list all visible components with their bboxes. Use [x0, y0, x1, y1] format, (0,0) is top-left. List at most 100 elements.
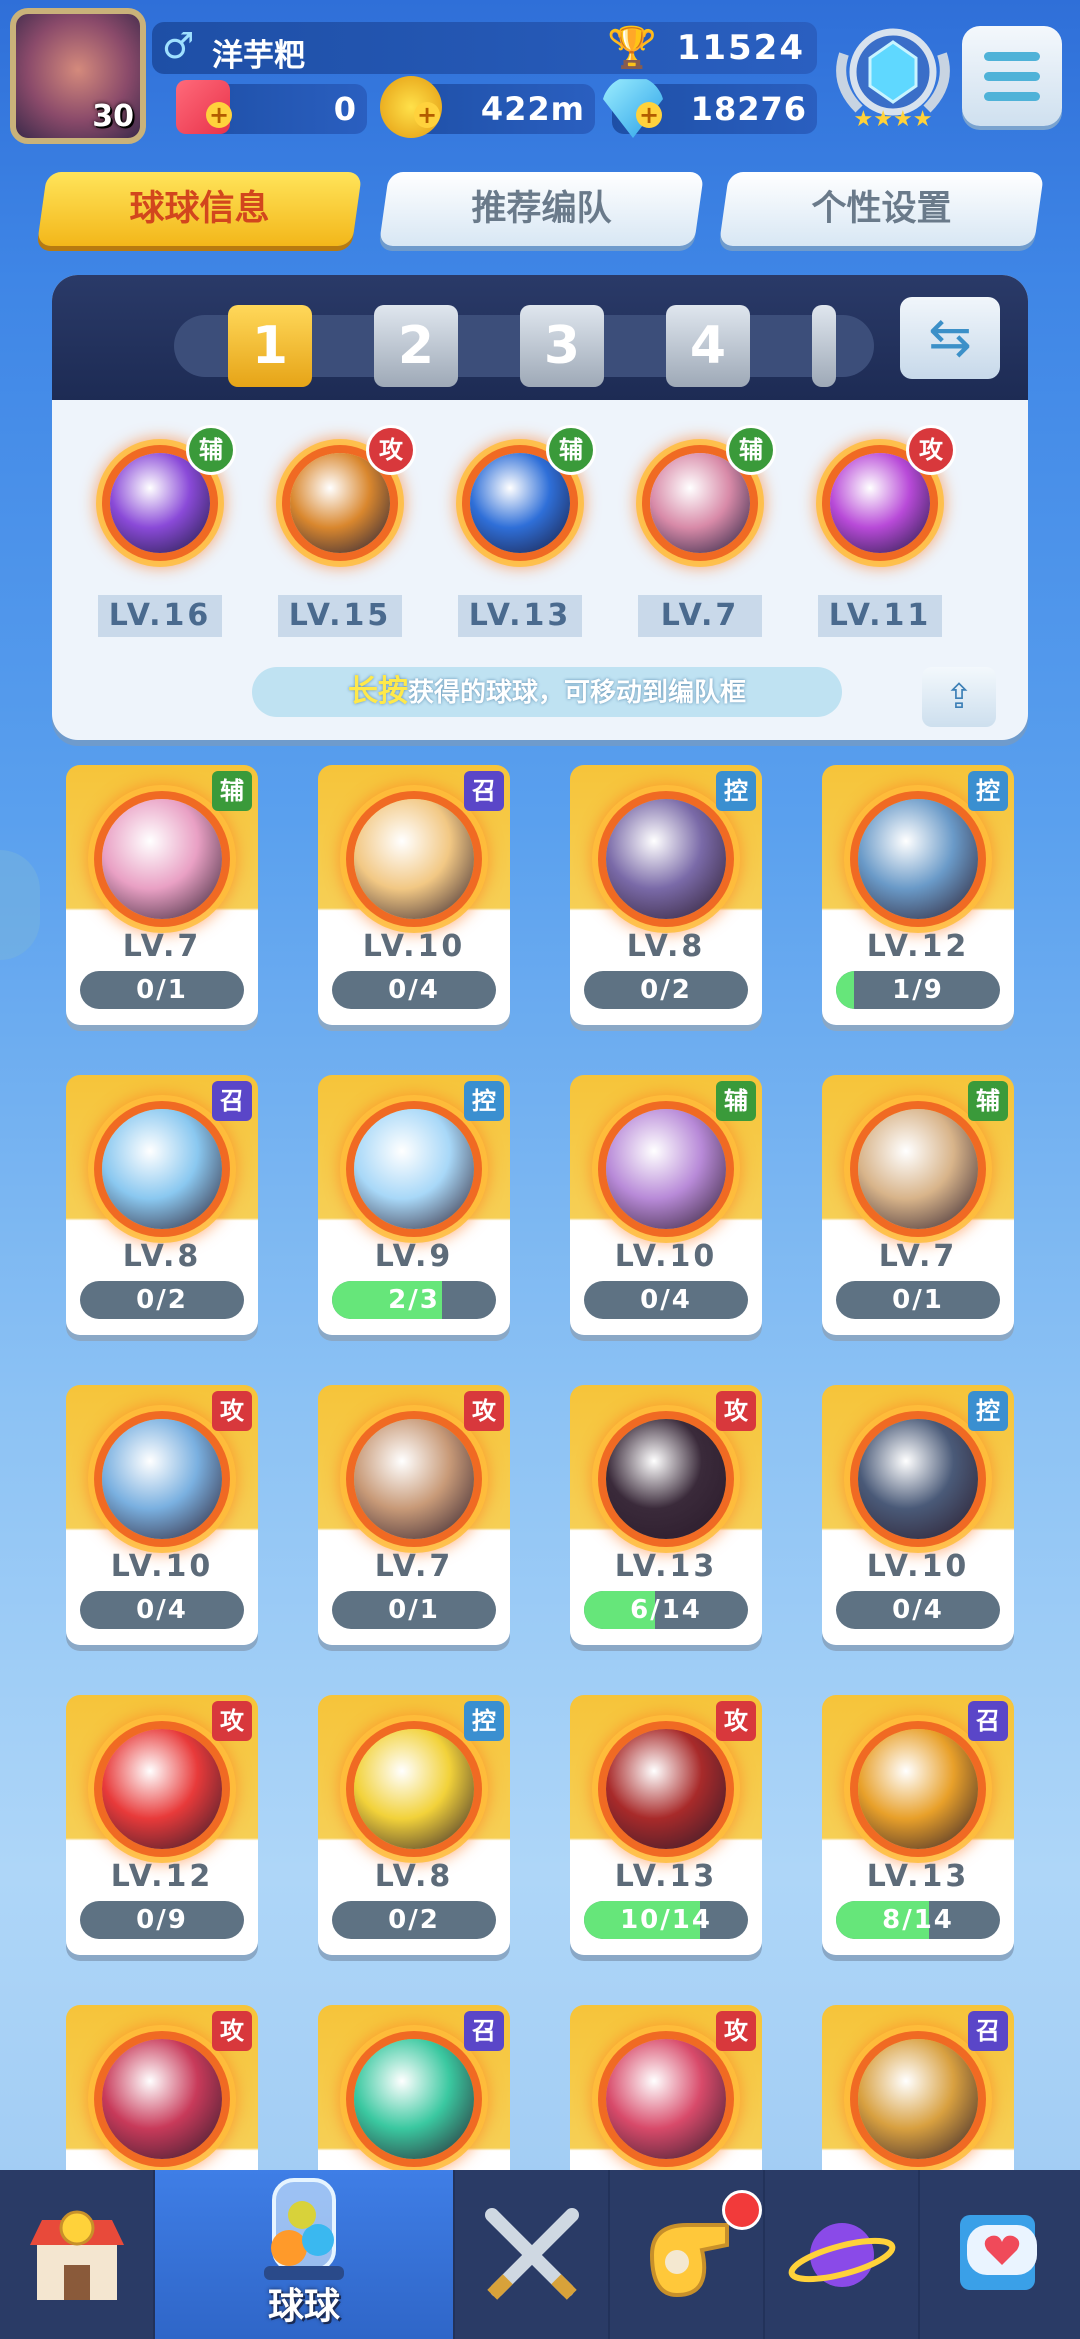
add-coin-icon[interactable]: +	[414, 102, 440, 128]
role-badge: 辅	[212, 771, 252, 811]
ball-card[interactable]: 攻 LV.7 0/1	[318, 1385, 510, 1645]
role-badge: 召	[212, 1081, 252, 1121]
ball-level: LV.8	[374, 1859, 454, 1894]
diamond-resource[interactable]: + 18276	[602, 79, 817, 138]
ball-card[interactable]: 辅 LV.7 0/1	[822, 1075, 1014, 1335]
card-resource[interactable]: + 0	[176, 80, 367, 134]
planet-icon	[788, 2223, 895, 2287]
ball-orb-icon	[606, 1729, 726, 1849]
ball-orb-icon	[102, 2039, 222, 2159]
ball-card[interactable]: 召	[318, 2005, 510, 2170]
shard-progress-text: 0/4	[640, 1285, 692, 1315]
team-slot-1[interactable]: 1	[228, 305, 312, 387]
menu-button[interactable]	[962, 26, 1062, 126]
ball-level: LV.8	[122, 1239, 202, 1274]
card-count: 0	[333, 90, 357, 128]
shard-progress-bar: 0/4	[584, 1281, 748, 1319]
role-badge: 召	[968, 1701, 1008, 1741]
shard-progress-text: 0/2	[640, 975, 692, 1005]
nav-balls-label: 球球	[267, 2286, 340, 2327]
nav-social[interactable]	[920, 2170, 1080, 2339]
ball-card[interactable]: 召 LV.13 8/14	[822, 1695, 1014, 1955]
shard-progress-bar: 0/4	[332, 971, 496, 1009]
team-ball-level: LV.15	[278, 595, 402, 637]
nav-planet[interactable]	[765, 2170, 920, 2339]
ball-card[interactable]: 攻 LV.12 0/9	[66, 1695, 258, 1955]
team-slot-4[interactable]: 4	[666, 305, 750, 387]
tab-recommended-team[interactable]: 推荐编队	[378, 172, 705, 246]
ball-card[interactable]: 控 LV.8 0/2	[570, 765, 762, 1025]
ball-orb-icon	[354, 799, 474, 919]
team-slot-more[interactable]	[812, 305, 836, 387]
ball-card[interactable]: 攻	[570, 2005, 762, 2170]
shard-progress-bar: 0/9	[80, 1901, 244, 1939]
role-badge: 控	[464, 1701, 504, 1741]
nav-shop[interactable]	[0, 2170, 155, 2339]
ball-orb-icon	[858, 2039, 978, 2159]
ball-orb-icon	[102, 799, 222, 919]
ball-card[interactable]: 辅 LV.7 0/1	[66, 765, 258, 1025]
shard-progress-text: 8/14	[882, 1905, 954, 1935]
ball-orb-icon	[102, 1729, 222, 1849]
team-ball[interactable]: 攻	[270, 425, 416, 573]
team-ball[interactable]: 辅	[90, 425, 236, 573]
shard-progress-text: 0/4	[136, 1595, 188, 1625]
add-diamond-icon[interactable]: +	[636, 102, 662, 128]
team-ball[interactable]: 辅	[630, 425, 776, 573]
tab-personal-settings[interactable]: 个性设置	[718, 172, 1045, 246]
tab-ball-info[interactable]: 球球信息	[36, 172, 363, 246]
role-badge: 召	[464, 2011, 504, 2051]
ball-level: LV.9	[374, 1239, 454, 1274]
player-avatar[interactable]: 30	[10, 8, 146, 144]
nav-battle[interactable]	[455, 2170, 610, 2339]
ball-orb-icon	[354, 2039, 474, 2159]
ball-orb-icon	[354, 1109, 474, 1229]
ball-orb-icon	[354, 1419, 474, 1539]
swap-button[interactable]: ⇆	[900, 297, 1000, 379]
ball-card[interactable]: 控 LV.12 1/9	[822, 765, 1014, 1025]
ball-card[interactable]: 召 LV.10 0/4	[318, 765, 510, 1025]
ball-card[interactable]: 攻 LV.13 10/14	[570, 1695, 762, 1955]
coin-resource[interactable]: + 422m	[380, 76, 595, 138]
long-press-hint: 长按获得的球球，可移动到编队框	[252, 667, 842, 717]
ball-card[interactable]: 控 LV.10 0/4	[822, 1385, 1014, 1645]
role-badge: 控	[716, 771, 756, 811]
ball-collection-grid: 辅 LV.7 0/1 召 LV.10 0/4 控 LV.8 0/2 控 LV.12 1/9 召 LV.8 0…	[0, 765, 1080, 2170]
ball-card[interactable]: 攻	[66, 2005, 258, 2170]
shard-progress-bar: 1/9	[836, 971, 1000, 1009]
bottom-nav: 球球	[0, 2170, 1080, 2339]
tab-label: 推荐编队	[471, 189, 612, 229]
role-badge: 召	[968, 2011, 1008, 2051]
ball-card[interactable]: 召 LV.8 0/2	[66, 1075, 258, 1335]
shard-progress-bar: 6/14	[584, 1591, 748, 1629]
team-ball[interactable]: 辅	[450, 425, 596, 573]
role-badge: 攻	[906, 425, 956, 475]
heart-chat-icon	[960, 2215, 1037, 2290]
team-ball[interactable]: 攻	[810, 425, 956, 573]
shard-progress-text: 0/4	[388, 975, 440, 1005]
shard-progress-text: 2/3	[388, 1285, 440, 1315]
team-slot-header: 1 2 3 4 ⇆	[52, 275, 1028, 400]
team-slot-2[interactable]: 2	[374, 305, 458, 387]
role-badge: 控	[464, 1081, 504, 1121]
ball-card[interactable]: 召	[822, 2005, 1014, 2170]
nav-team[interactable]	[610, 2170, 765, 2339]
ball-card[interactable]: 攻 LV.13 6/14	[570, 1385, 762, 1645]
ball-orb-icon	[858, 799, 978, 919]
ball-card[interactable]: 控 LV.8 0/2	[318, 1695, 510, 1955]
nav-balls[interactable]: 球球	[155, 2170, 455, 2339]
ball-orb-icon	[858, 1729, 978, 1849]
share-button[interactable]: ⇪	[922, 667, 996, 727]
ball-card[interactable]: 控 LV.9 2/3	[318, 1075, 510, 1335]
add-card-icon[interactable]: +	[206, 102, 232, 128]
diamond-count: 18276	[690, 90, 807, 128]
male-symbol-icon: ♂	[162, 26, 195, 67]
team-slot-3[interactable]: 3	[520, 305, 604, 387]
shard-progress-text: 0/1	[388, 1595, 440, 1625]
ball-card[interactable]: 辅 LV.10 0/4	[570, 1075, 762, 1335]
rank-badge-icon[interactable]: ★★★★	[834, 14, 952, 134]
role-badge: 攻	[212, 1391, 252, 1431]
shard-progress-bar: 0/2	[80, 1281, 244, 1319]
shard-progress-bar: 0/2	[584, 971, 748, 1009]
ball-card[interactable]: 攻 LV.10 0/4	[66, 1385, 258, 1645]
